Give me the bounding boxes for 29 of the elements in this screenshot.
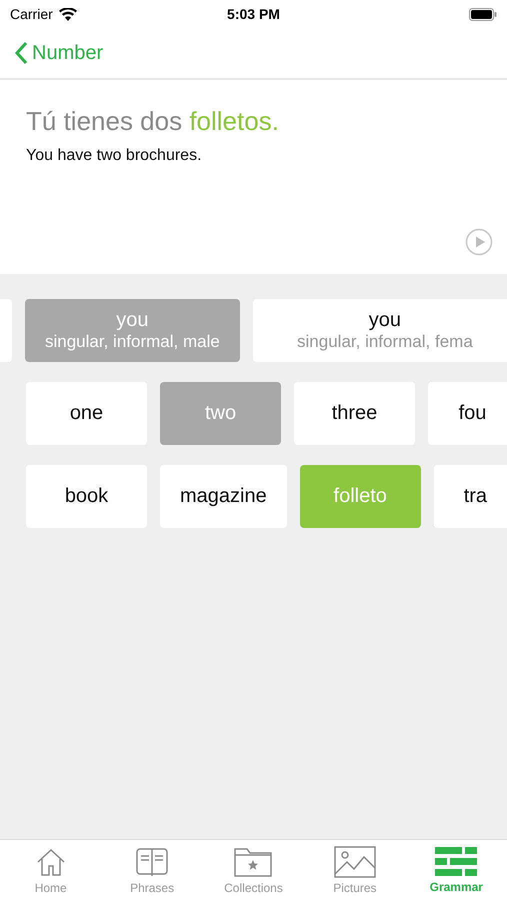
word-tile[interactable]: tra [434, 465, 507, 528]
tab-bar-item[interactable]: Phrases [101, 840, 203, 900]
book-icon [135, 846, 170, 878]
folder-star-icon [233, 846, 274, 878]
chevron-left-icon [14, 41, 28, 65]
word-tile[interactable]: one [26, 382, 147, 445]
grammar-icon [435, 846, 478, 876]
word-tile[interactable]: book [26, 465, 147, 528]
wifi-icon [58, 8, 77, 20]
battery-icon [469, 8, 497, 20]
word-tile[interactable]: fou [428, 382, 507, 445]
tab-bar-item[interactable]: Home [0, 840, 102, 900]
play-icon[interactable] [465, 228, 493, 256]
back-label[interactable]: Number [32, 42, 104, 64]
spanish-sentence: Tú tienes dos folletos. [26, 106, 280, 137]
back-button[interactable]: Number [14, 41, 104, 65]
translation-text: You have two brochures. [26, 147, 203, 165]
word-tile[interactable]: three [294, 382, 415, 445]
tab-bar-item[interactable]: Pictures [304, 840, 406, 900]
carrier-label: Carrier [10, 6, 53, 22]
word-tile[interactable]: you singular, informal, male [25, 299, 240, 362]
image-icon [334, 846, 376, 878]
word-tile[interactable]: you singular, informal, fema [252, 299, 507, 362]
word-tile[interactable]: two [160, 382, 281, 445]
clock: 5:03 PM [227, 6, 280, 22]
tab-bar-item[interactable]: Grammar [406, 840, 507, 900]
word-tile[interactable]: magazine [160, 465, 287, 528]
word-tile[interactable]: folleto [300, 465, 421, 528]
tab-bar-item[interactable]: Collections [202, 840, 304, 900]
